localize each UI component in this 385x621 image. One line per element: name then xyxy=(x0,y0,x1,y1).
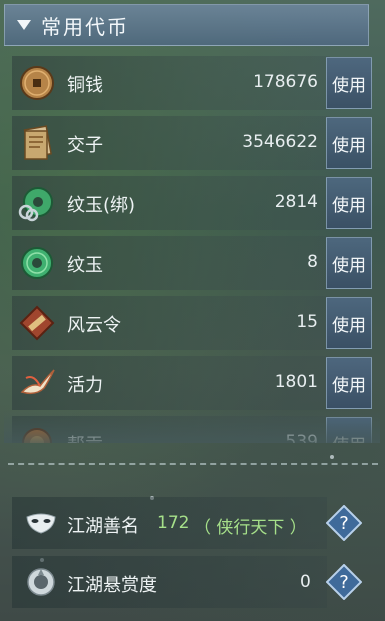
svg-text:?: ? xyxy=(339,513,349,534)
item-name: 纹玉(绑) xyxy=(67,195,136,216)
item-count: 3546622 xyxy=(242,132,318,152)
currency-list[interactable]: 铜钱 178676 使用 交子 3546622 使用 纹玉(绑) 2814 使用 xyxy=(4,55,380,443)
list-item-jade-bound: 纹玉(绑) 2814 使用 xyxy=(4,175,380,231)
use-button[interactable]: 使用 xyxy=(326,57,372,109)
copper-coin-icon xyxy=(20,66,54,100)
scroll-dot xyxy=(330,455,334,459)
use-button[interactable]: 使用 xyxy=(326,237,372,289)
list-item-jade: 纹玉 8 使用 xyxy=(4,235,380,291)
item-name: 铜钱 xyxy=(67,75,103,96)
help-icon[interactable]: ? xyxy=(326,564,362,600)
list-fade xyxy=(4,410,380,443)
use-button[interactable]: 使用 xyxy=(326,357,372,409)
panel-title: 常用代币 xyxy=(41,14,129,39)
jade-icon xyxy=(21,247,53,279)
banknote-icon xyxy=(23,125,52,160)
list-item-banknote: 交子 3546622 使用 xyxy=(4,115,380,171)
list-item-token: 风云令 15 使用 xyxy=(4,295,380,351)
token-icon xyxy=(19,305,55,341)
help-icon[interactable]: ? xyxy=(326,505,362,541)
bounty-icon xyxy=(27,568,55,596)
mask-icon xyxy=(26,513,56,534)
reputation-label: 江湖善名 xyxy=(67,516,139,537)
use-button[interactable]: 使用 xyxy=(326,177,372,229)
jade-bound-icon xyxy=(18,187,53,222)
bounty-row: 江湖悬赏度 0 ? xyxy=(4,556,380,608)
bounty-label: 江湖悬赏度 xyxy=(67,575,157,596)
svg-text:?: ? xyxy=(339,572,349,593)
item-name: 纹玉 xyxy=(67,255,103,276)
item-count: 15 xyxy=(296,312,318,332)
reputation-rank: （ 侠行天下 ） xyxy=(194,518,307,538)
list-item-vitality: 活力 1801 使用 xyxy=(4,355,380,411)
item-name: 风云令 xyxy=(67,315,121,336)
item-count: 1801 xyxy=(274,372,318,392)
reputation-row: 江湖善名 172 （ 侠行天下 ） ? xyxy=(4,497,380,549)
item-count: 2814 xyxy=(274,192,318,212)
item-name: 活力 xyxy=(67,375,103,396)
list-item-copper: 铜钱 178676 使用 xyxy=(4,55,380,111)
reputation-value: 172 xyxy=(157,513,190,533)
divider xyxy=(8,463,378,465)
use-button[interactable]: 使用 xyxy=(326,297,372,349)
bounty-value: 0 xyxy=(300,572,311,592)
use-button[interactable]: 使用 xyxy=(326,117,372,169)
item-count: 8 xyxy=(307,252,318,272)
collapse-triangle-icon[interactable] xyxy=(17,20,31,30)
item-count: 178676 xyxy=(253,72,318,92)
item-name: 交子 xyxy=(67,135,103,156)
crane-icon xyxy=(20,369,55,395)
panel-header[interactable]: 常用代币 xyxy=(4,4,369,46)
